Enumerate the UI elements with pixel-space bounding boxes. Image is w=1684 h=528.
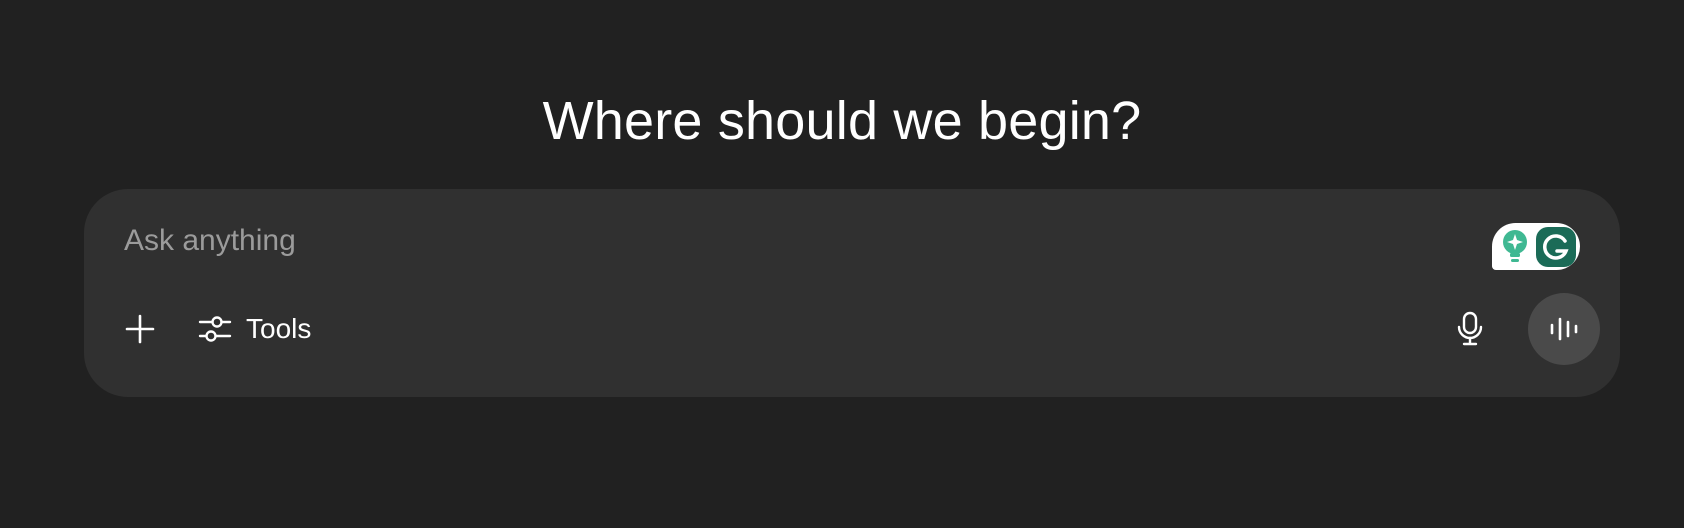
plus-icon: [125, 314, 155, 344]
lightbulb-sparkle-icon: [1503, 229, 1527, 262]
prompt-input[interactable]: [124, 219, 1424, 263]
sliders-icon: [198, 316, 232, 342]
chat-home: Where should we begin? Ask anything Tool…: [0, 0, 1684, 528]
voice-mode-button[interactable]: [1528, 293, 1600, 365]
page-title: Where should we begin?: [542, 91, 1142, 152]
tools-label: Tools: [246, 313, 312, 344]
microphone-icon: [1457, 311, 1483, 346]
grammarly-g-icon: [1536, 226, 1576, 267]
prompt-composer: Tools: [84, 189, 1620, 397]
voice-waveform-icon: [1550, 317, 1578, 341]
grammarly-widget[interactable]: [1492, 223, 1580, 270]
composer-toolbar: Tools: [84, 289, 1620, 369]
tools-button[interactable]: Tools: [190, 303, 319, 355]
add-attachment-button[interactable]: [112, 301, 168, 357]
dictate-button[interactable]: [1444, 303, 1496, 355]
